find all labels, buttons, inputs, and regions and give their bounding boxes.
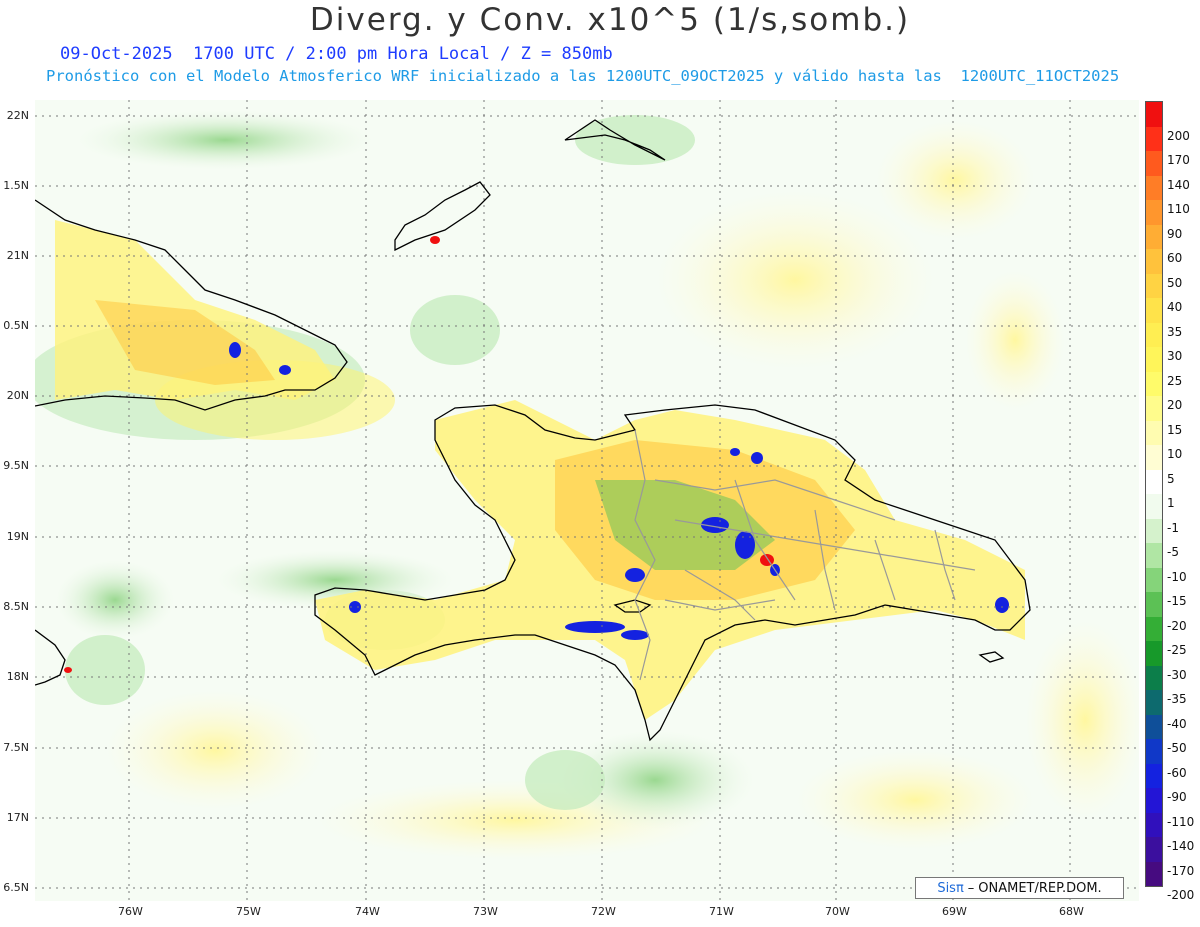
colorbar-swatch (1146, 298, 1162, 323)
colorbar-label: -170 (1167, 863, 1195, 878)
colorbar-label: 15 (1167, 422, 1183, 437)
credit-box: Sisπ – ONAMET/REP.DOM. (915, 877, 1124, 899)
colorbar-swatch (1146, 714, 1162, 739)
colorbar-swatch (1146, 763, 1162, 788)
lon-73w: 73W (473, 905, 498, 918)
colorbar-label: -20 (1167, 618, 1187, 633)
colorbar-swatch (1146, 151, 1162, 176)
colorbar-swatch (1146, 665, 1162, 690)
colorbar-swatch (1146, 175, 1162, 200)
divergence-map (35, 100, 1139, 901)
colorbar-swatch (1146, 200, 1162, 225)
lat-17-5n: 7.5N (3, 741, 29, 754)
colorbar-swatch (1146, 567, 1162, 592)
colorbar-swatch (1146, 739, 1162, 764)
colorbar-label: 25 (1167, 373, 1183, 388)
colorbar-label: -200 (1167, 888, 1195, 902)
colorbar-swatch (1146, 641, 1162, 666)
lon-72w: 72W (591, 905, 616, 918)
colorbar-label: 10 (1167, 447, 1183, 461)
colorbar-label: 200 (1167, 128, 1190, 143)
colorbar-label: -5 (1167, 545, 1179, 559)
colorbar-label: -1 (1167, 520, 1179, 535)
colorbar-swatch (1146, 126, 1162, 151)
valid-time-subtitle: 09-Oct-2025 1700 UTC / 2:00 pm Hora Loca… (60, 44, 613, 64)
colorbar-swatch (1146, 322, 1162, 347)
colorbar-label: -50 (1167, 741, 1187, 755)
colorbar-swatch (1146, 690, 1162, 715)
colorbar-swatch (1146, 445, 1162, 470)
colorbar-swatch (1146, 469, 1162, 494)
colorbar-swatch (1146, 224, 1162, 249)
lat-18-5n: 8.5N (3, 600, 29, 613)
colorbar-swatch (1146, 788, 1162, 813)
colorbar-label: 5 (1167, 471, 1175, 486)
colorbar-label: 60 (1167, 251, 1183, 265)
lon-71w: 71W (709, 905, 734, 918)
colorbar-label: -25 (1167, 643, 1187, 657)
colorbar-label: 35 (1167, 324, 1183, 339)
colorbar-label: 1 (1167, 496, 1175, 510)
colorbar-label: 40 (1167, 300, 1183, 314)
colorbar-label: 30 (1167, 349, 1183, 363)
lat-21n: 21N (6, 249, 29, 262)
model-info-subtitle: Pronóstico con el Modelo Atmosferico WRF… (46, 67, 1120, 85)
colorbar-swatch (1146, 518, 1162, 543)
colorbar-label: -10 (1167, 569, 1187, 584)
credit-org: ONAMET/REP.DOM. (978, 880, 1102, 896)
colorbar-label: -35 (1167, 692, 1187, 706)
lon-axis: 76W 75W 74W 73W 72W 71W 70W 69W 68W (35, 903, 1139, 923)
lat-20-5n: 0.5N (3, 319, 29, 332)
colorbar-swatch (1146, 273, 1162, 298)
colorbar-label: -140 (1167, 839, 1195, 853)
credit-dash: – (967, 880, 975, 896)
colorbar-label: -110 (1167, 814, 1195, 829)
colorbar-label: -40 (1167, 716, 1187, 731)
colorbar-swatch (1146, 812, 1162, 837)
lat-19-5n: 9.5N (3, 459, 29, 472)
colorbar-swatch (1146, 249, 1162, 274)
colorbar-swatch (1146, 543, 1162, 568)
colorbar-label: -60 (1167, 765, 1187, 780)
colorbar-label: 50 (1167, 275, 1183, 290)
lon-75w: 75W (236, 905, 261, 918)
colorbar-label: -30 (1167, 667, 1187, 682)
colorbar-swatch (1146, 861, 1162, 886)
lon-74w: 74W (355, 905, 380, 918)
lat-22n: 22N (6, 109, 29, 122)
colorbar-label: 170 (1167, 153, 1190, 167)
lat-21-5n: 1.5N (3, 179, 29, 192)
colorbar-swatch (1146, 837, 1162, 862)
colorbar-label: 90 (1167, 226, 1183, 241)
colorbar-swatch (1146, 396, 1162, 421)
colorbar-frame (1145, 101, 1163, 887)
lat-17n: 17N (6, 811, 29, 824)
lat-18n: 18N (6, 670, 29, 683)
lat-19n: 19N (6, 530, 29, 543)
colorbar-label: 110 (1167, 202, 1190, 216)
lat-16-5n: 6.5N (3, 881, 29, 894)
colorbar-swatch (1146, 494, 1162, 519)
colorbar-label: 140 (1167, 177, 1190, 192)
colorbar-label: 20 (1167, 398, 1183, 412)
lon-70w: 70W (825, 905, 850, 918)
chart-title: Diverg. y Conv. x10^5 (1/s,somb.) (309, 2, 911, 38)
colorbar-swatch (1146, 592, 1162, 617)
colorbar-swatch (1146, 371, 1162, 396)
colorbar-label: -90 (1167, 790, 1187, 804)
colorbar-swatch (1146, 420, 1162, 445)
colorbar-swatch (1146, 616, 1162, 641)
lon-69w: 69W (942, 905, 967, 918)
colorbar-swatch (1146, 102, 1162, 127)
lat-20n: 20N (6, 389, 29, 402)
colorbar-label: -15 (1167, 594, 1187, 608)
sis-logo-text: Sisπ (937, 880, 964, 896)
lat-axis: 22N 1.5N 21N 0.5N 20N 9.5N 19N 8.5N 18N … (0, 100, 35, 901)
lon-68w: 68W (1059, 905, 1084, 918)
lon-76w: 76W (118, 905, 143, 918)
colorbar-swatch (1146, 347, 1162, 372)
